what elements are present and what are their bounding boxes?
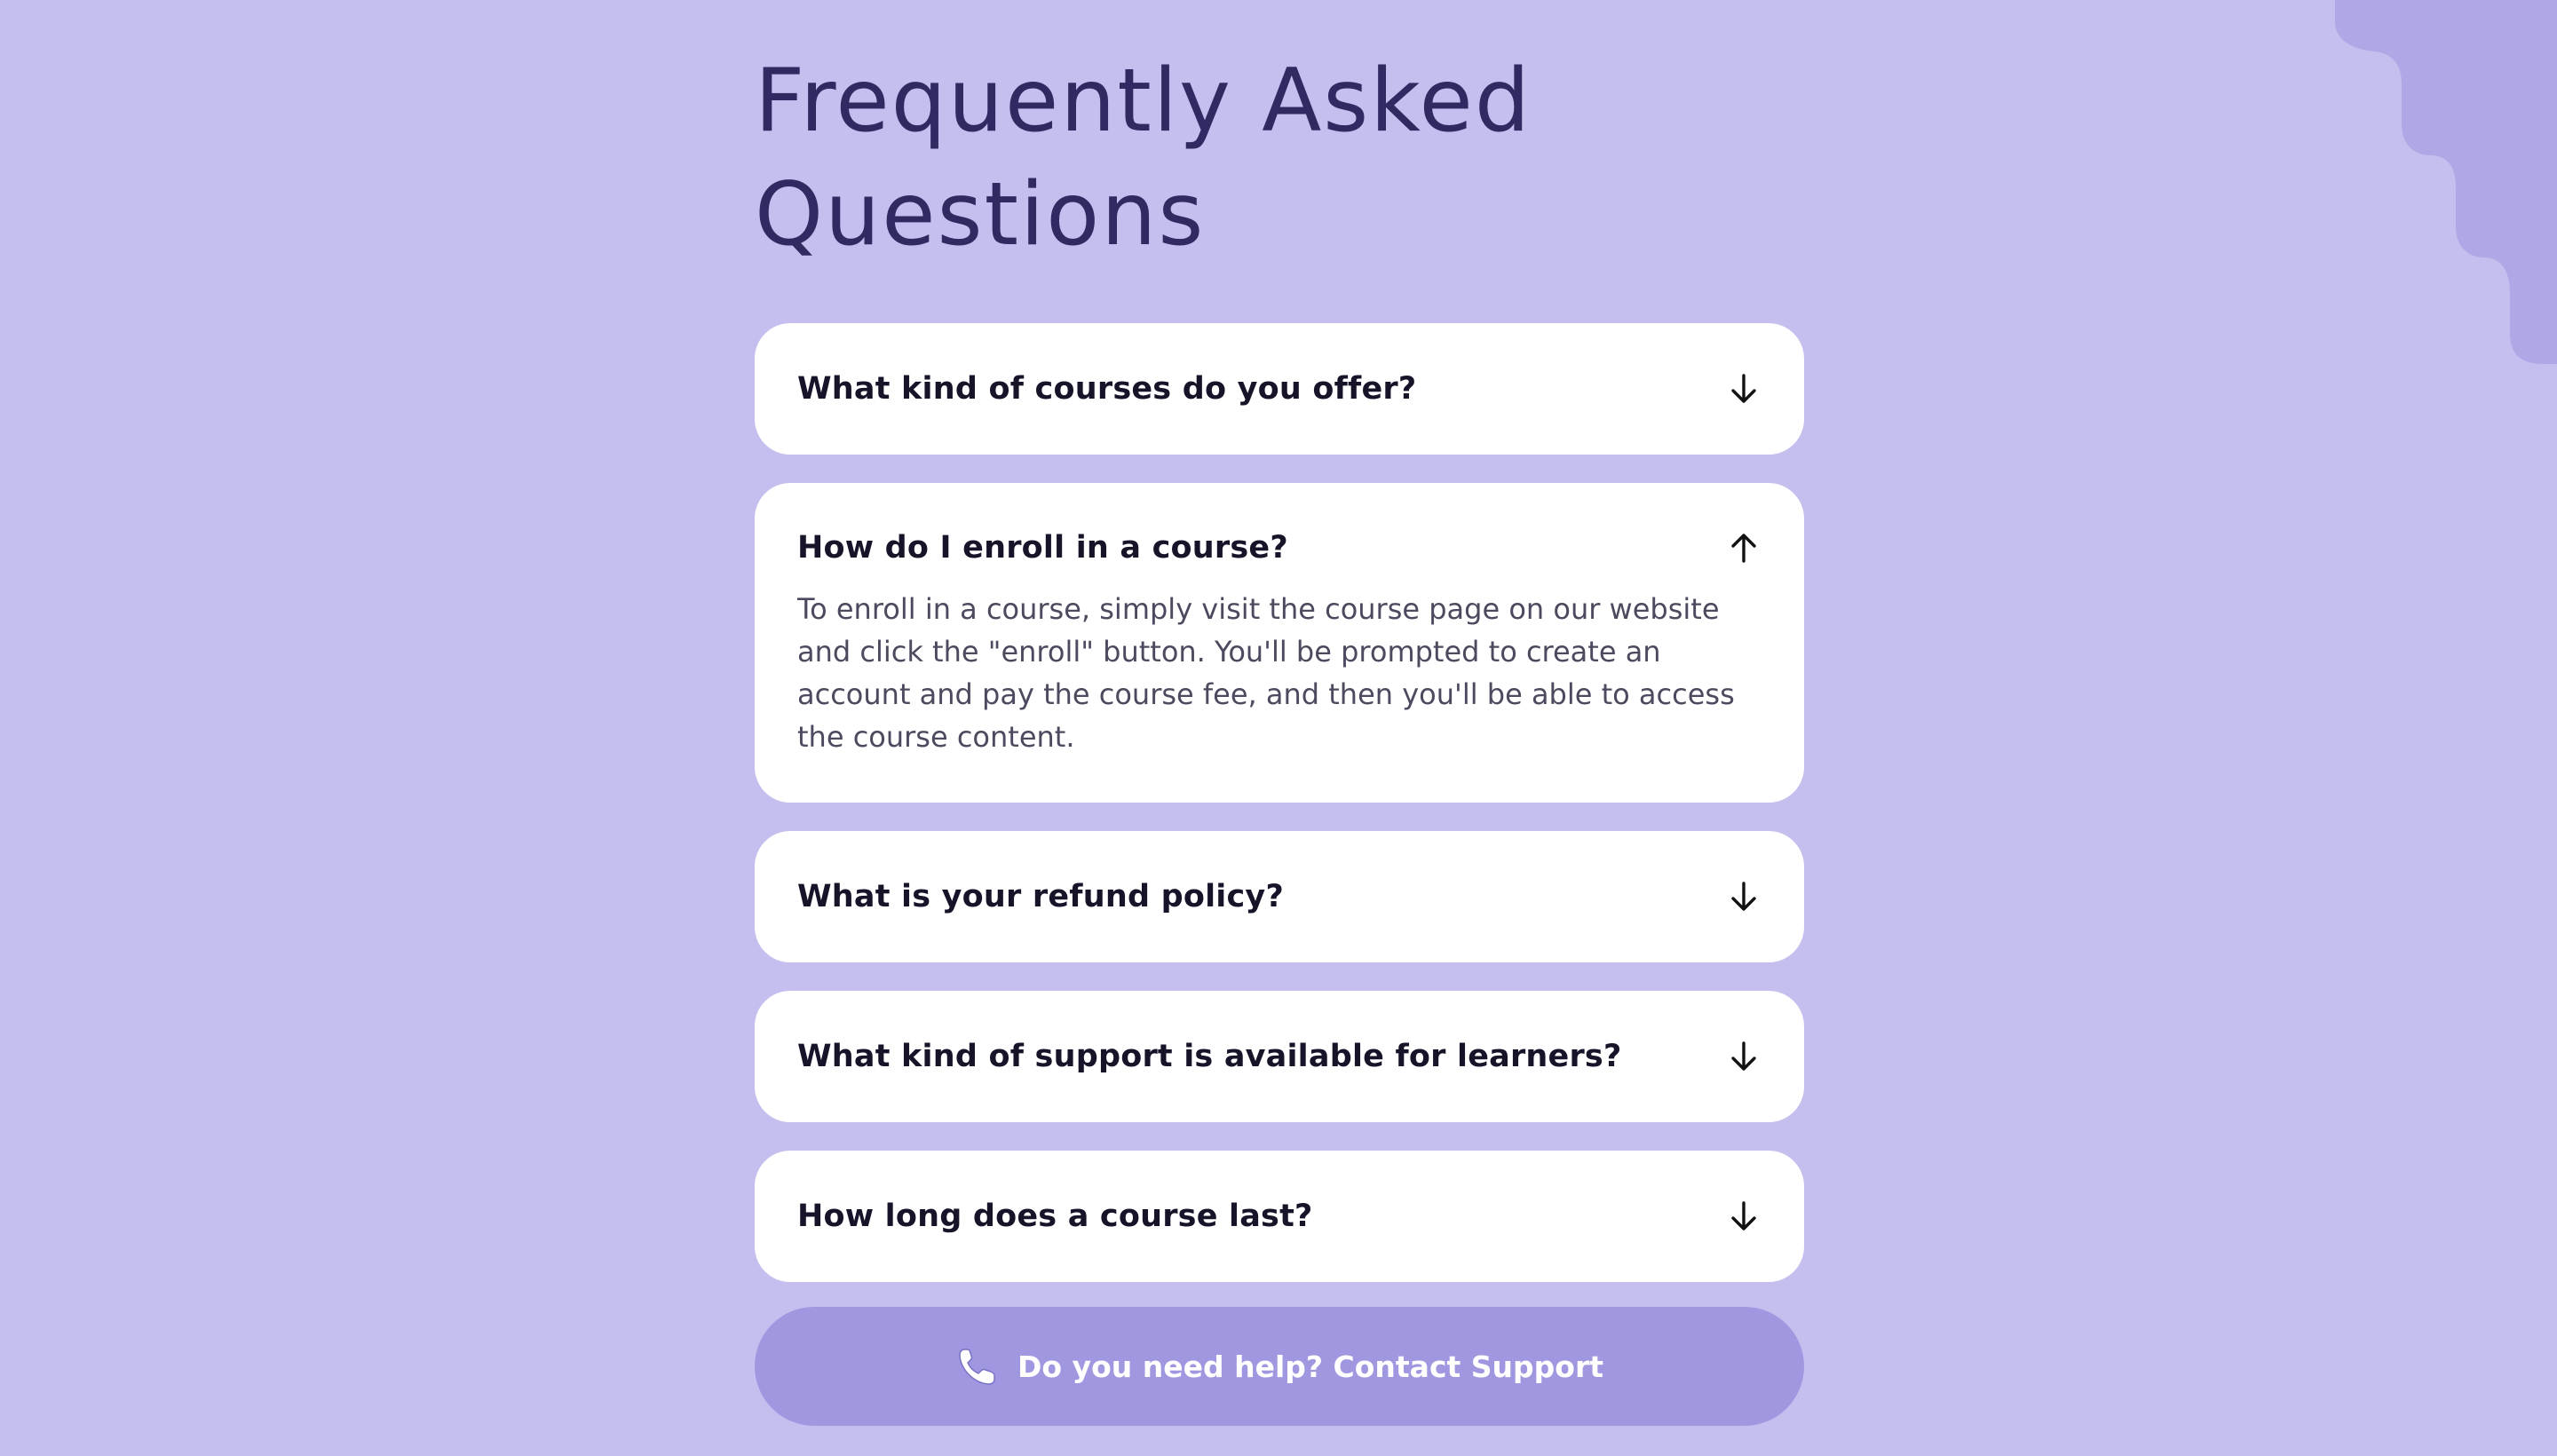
arrow-down-icon[interactable] — [1726, 371, 1761, 407]
phone-icon — [955, 1344, 1000, 1389]
faq-question: What is your refund policy? — [797, 879, 1284, 914]
decorative-blob — [2335, 0, 2557, 364]
faq-list: What kind of courses do you offer? How d… — [755, 323, 1804, 1310]
faq-header[interactable]: What kind of support is available for le… — [797, 991, 1761, 1122]
faq-header[interactable]: What is your refund policy? — [797, 831, 1761, 962]
contact-support-button[interactable]: Do you need help? Contact Support — [755, 1307, 1804, 1426]
faq-header[interactable]: How long does a course last? — [797, 1151, 1761, 1282]
faq-item-courses[interactable]: What kind of courses do you offer? — [755, 323, 1804, 455]
arrow-down-icon[interactable] — [1726, 1039, 1761, 1074]
page-title: Frequently Asked Questions — [755, 51, 1532, 265]
faq-answer: To enroll in a course, simply visit the … — [797, 592, 1735, 754]
faq-header[interactable]: What kind of courses do you offer? — [797, 323, 1761, 455]
faq-item-duration[interactable]: How long does a course last? — [755, 1151, 1804, 1282]
faq-item-support[interactable]: What kind of support is available for le… — [755, 991, 1804, 1122]
arrow-up-icon[interactable] — [1726, 530, 1761, 566]
faq-question: What kind of support is available for le… — [797, 1039, 1622, 1074]
arrow-down-icon[interactable] — [1726, 879, 1761, 914]
faq-question: How long does a course last? — [797, 1199, 1313, 1234]
faq-question: How do I enroll in a course? — [797, 530, 1288, 566]
faq-section: Frequently Asked Questions What kind of … — [755, 0, 1804, 1426]
arrow-down-icon[interactable] — [1726, 1199, 1761, 1234]
support-label: Do you need help? Contact Support — [1017, 1349, 1603, 1384]
faq-question: What kind of courses do you offer? — [797, 371, 1417, 407]
faq-item-refund[interactable]: What is your refund policy? — [755, 831, 1804, 962]
faq-item-enroll[interactable]: How do I enroll in a course? To enroll i… — [755, 483, 1804, 803]
